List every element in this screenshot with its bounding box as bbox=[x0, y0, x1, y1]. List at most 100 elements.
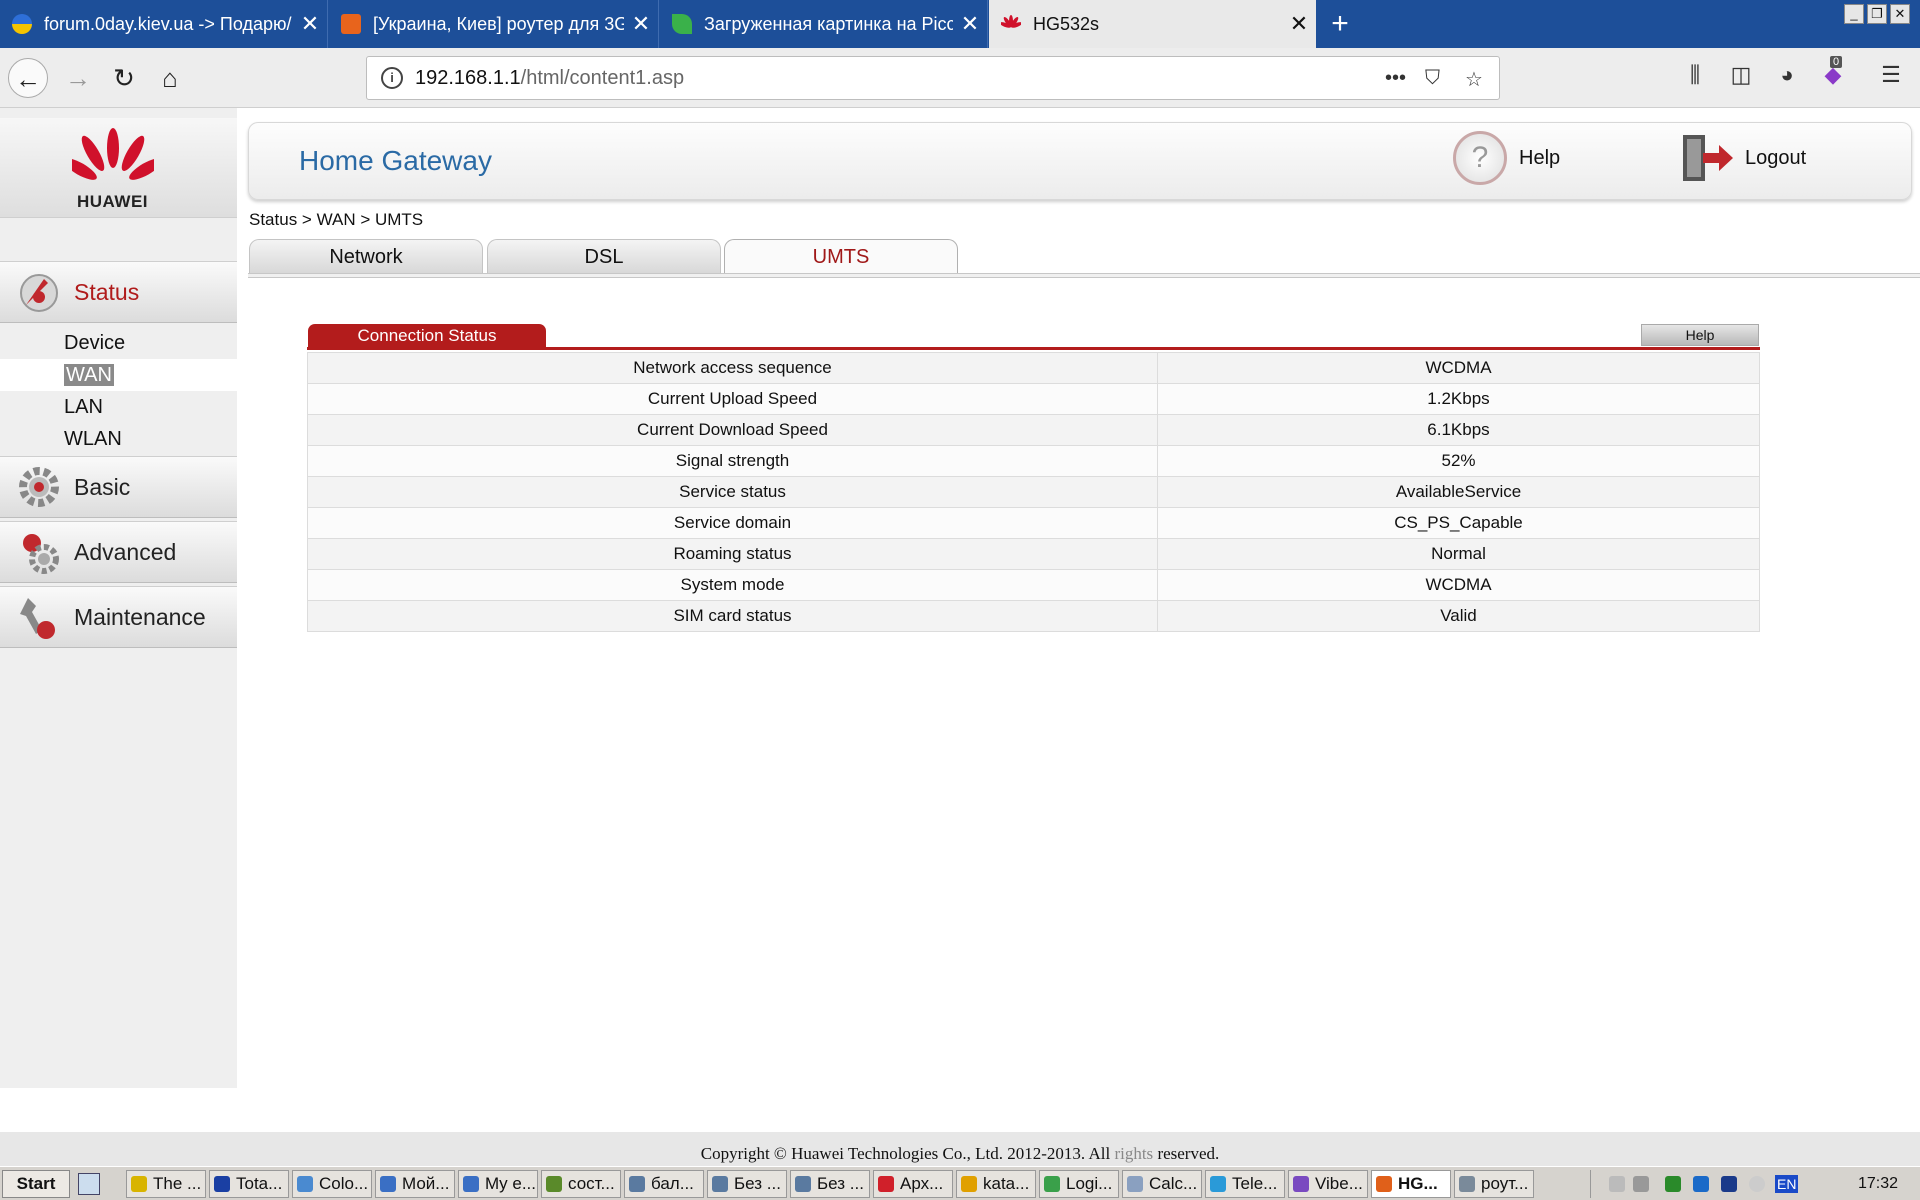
help-button[interactable]: ? Help bbox=[1453, 131, 1560, 185]
taskbar-task[interactable]: Calc... bbox=[1122, 1170, 1202, 1198]
bookmark-star-icon[interactable]: ☆ bbox=[1465, 67, 1483, 92]
sidebar-item-label: Maintenance bbox=[74, 603, 206, 630]
network-icon[interactable] bbox=[1665, 1176, 1681, 1192]
address-bar[interactable]: i 192.168.1.1/html/content1.asp ••• ⛉ ☆ bbox=[366, 56, 1500, 100]
system-tray: EN 17:32 bbox=[1590, 1170, 1920, 1198]
row-label: Signal strength bbox=[307, 445, 1158, 477]
browser-toolbar: ← → ↻ ⌂ i 192.168.1.1/html/content1.asp … bbox=[0, 48, 1920, 108]
tab-umts[interactable]: UMTS bbox=[724, 239, 958, 273]
row-label: Current Download Speed bbox=[307, 414, 1158, 446]
start-button[interactable]: Start bbox=[2, 1170, 70, 1198]
close-icon[interactable]: ✕ bbox=[293, 11, 327, 37]
info-icon[interactable]: i bbox=[381, 67, 403, 89]
huawei-logo: HUAWEI bbox=[0, 118, 237, 218]
close-icon[interactable]: ✕ bbox=[1282, 11, 1316, 37]
sidebar-subitem-lan[interactable]: LAN bbox=[0, 391, 237, 423]
taskbar-task[interactable]: Арх... bbox=[873, 1170, 953, 1198]
taskbar-task[interactable]: Без ... bbox=[790, 1170, 870, 1198]
router-page: HUAWEI Status Device WAN LAN WLAN Basic bbox=[0, 108, 1920, 1176]
taskbar-task[interactable]: The ... bbox=[126, 1170, 206, 1198]
tab-dsl[interactable]: DSL bbox=[487, 239, 721, 273]
sidebar-item-basic[interactable]: Basic bbox=[0, 456, 237, 518]
browser-tab-image-upload[interactable]: Загруженная картинка на Picc ✕ bbox=[660, 0, 988, 48]
sidebar-subitem-label: WAN bbox=[64, 364, 114, 386]
sidebar-subitem-wlan[interactable]: WLAN bbox=[0, 423, 237, 455]
home-icon[interactable]: ⌂ bbox=[150, 58, 190, 98]
pocket-icon[interactable]: ⛉ bbox=[1425, 67, 1440, 90]
close-window-button[interactable]: ✕ bbox=[1890, 4, 1910, 24]
close-icon[interactable]: ✕ bbox=[953, 11, 987, 37]
gear-icon bbox=[19, 467, 59, 507]
taskbar-task[interactable]: kata... bbox=[956, 1170, 1036, 1198]
taskbar-task[interactable]: роут... bbox=[1454, 1170, 1534, 1198]
minimize-button[interactable]: _ bbox=[1844, 4, 1864, 24]
browser-tab-forum[interactable]: forum.0day.kiev.ua -> Подарю/ ✕ bbox=[0, 0, 328, 48]
taskbar-task[interactable]: Без ... bbox=[707, 1170, 787, 1198]
logout-door-icon bbox=[1683, 135, 1733, 181]
status-gauge-icon bbox=[20, 274, 58, 312]
leaf-icon bbox=[672, 14, 692, 34]
monitor-icon[interactable] bbox=[1693, 1176, 1709, 1192]
site-icon bbox=[341, 14, 361, 34]
ukraine-flag-icon bbox=[12, 14, 32, 34]
sync-icon[interactable]: ◕ bbox=[1772, 62, 1802, 88]
taskbar-task[interactable]: My e... bbox=[458, 1170, 538, 1198]
language-indicator[interactable]: EN bbox=[1775, 1175, 1799, 1193]
sidebar-subitem-device[interactable]: Device bbox=[0, 327, 237, 359]
connection-status-table: Network access sequence WCDMA Current Upl… bbox=[307, 352, 1760, 632]
tab-title: Загруженная картинка на Picc bbox=[704, 13, 953, 34]
table-row: Current Upload Speed 1.2Kbps bbox=[307, 383, 1760, 415]
copyright-rights: rights bbox=[1114, 1144, 1154, 1163]
connection-help-button[interactable]: Help bbox=[1641, 324, 1759, 346]
sidebar-icon[interactable]: ◫ bbox=[1726, 62, 1756, 88]
security-icon[interactable] bbox=[1721, 1176, 1737, 1192]
taskbar-task[interactable]: Tele... bbox=[1205, 1170, 1285, 1198]
close-icon[interactable]: ✕ bbox=[624, 11, 658, 37]
url-path: /html/content1.asp bbox=[520, 66, 685, 89]
taskbar-task[interactable]: Vibe... bbox=[1288, 1170, 1368, 1198]
wrench-icon bbox=[20, 598, 55, 639]
reload-icon[interactable]: ↻ bbox=[104, 58, 144, 98]
logout-button[interactable]: Logout bbox=[1679, 131, 1806, 185]
panel-divider bbox=[307, 347, 1760, 350]
forward-arrow-icon[interactable]: → bbox=[58, 58, 98, 98]
clock-app-icon[interactable] bbox=[1749, 1176, 1765, 1192]
sidebar-item-advanced[interactable]: Advanced bbox=[0, 521, 237, 583]
header-card: Home Gateway ? Help Logout bbox=[248, 122, 1912, 200]
menu-icon[interactable]: ☰ bbox=[1876, 62, 1906, 88]
taskbar-task[interactable]: Мой... bbox=[375, 1170, 455, 1198]
taskbar-task[interactable]: сост... bbox=[541, 1170, 621, 1198]
back-arrow-icon[interactable]: ← bbox=[8, 58, 48, 98]
restore-button[interactable]: ❐ bbox=[1867, 4, 1887, 24]
show-desktop-icon[interactable] bbox=[78, 1173, 100, 1195]
browser-tab-router-listing[interactable]: [Украина, Киев] роутер для 3G ✕ bbox=[329, 0, 659, 48]
tab-network[interactable]: Network bbox=[249, 239, 483, 273]
page-title: Home Gateway bbox=[299, 145, 492, 176]
row-label: Current Upload Speed bbox=[307, 383, 1158, 415]
row-value: WCDMA bbox=[1157, 569, 1760, 601]
sidebar-item-status[interactable]: Status bbox=[0, 261, 237, 323]
taskbar-task[interactable]: Tota... bbox=[209, 1170, 289, 1198]
tab-title: [Украина, Киев] роутер для 3G bbox=[373, 13, 624, 34]
notification-badge: 0 bbox=[1830, 56, 1843, 68]
volume-icon[interactable] bbox=[1633, 1176, 1649, 1192]
taskbar-task[interactable]: HG... bbox=[1371, 1170, 1451, 1198]
browser-tab-hg532s[interactable]: HG532s ✕ bbox=[989, 0, 1316, 48]
tray-expand-icon[interactable] bbox=[1609, 1176, 1625, 1192]
table-row: Signal strength 52% bbox=[307, 445, 1760, 477]
new-tab-button[interactable]: + bbox=[1320, 6, 1360, 42]
huawei-logo-icon bbox=[72, 128, 154, 180]
taskbar-task[interactable]: бал... bbox=[624, 1170, 704, 1198]
sidebar-item-maintenance[interactable]: Maintenance bbox=[0, 586, 237, 648]
sidebar-subitem-wan[interactable]: WAN bbox=[0, 359, 237, 391]
help-label: Help bbox=[1519, 146, 1561, 169]
taskbar-task[interactable]: Colo... bbox=[292, 1170, 372, 1198]
table-row: Service status AvailableService bbox=[307, 476, 1760, 508]
library-icon[interactable]: ⫼ bbox=[1680, 62, 1710, 88]
row-label: Network access sequence bbox=[307, 352, 1158, 384]
url-host: 192.168.1.1 bbox=[415, 66, 521, 89]
taskbar: Start The ... Tota... Colo... Мой... My e...… bbox=[0, 1166, 1920, 1200]
more-actions-icon[interactable]: ••• bbox=[1385, 67, 1406, 90]
row-label: Service status bbox=[307, 476, 1158, 508]
taskbar-task[interactable]: Logi... bbox=[1039, 1170, 1119, 1198]
